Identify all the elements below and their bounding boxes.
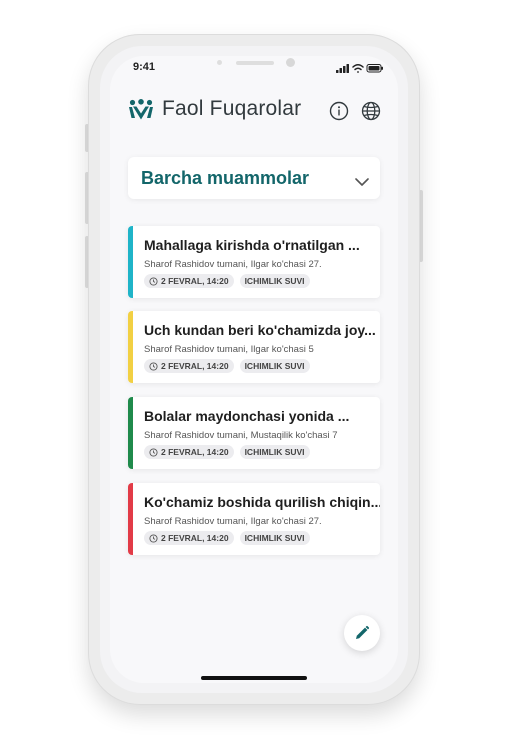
language-button[interactable] [361, 101, 381, 126]
issue-card[interactable]: Bolalar maydonchasi yonida ... Sharof Ra… [128, 397, 380, 469]
category-chip: ICHIMLIK SUVI [239, 531, 310, 545]
category-color-bar [128, 311, 133, 383]
category-chip: ICHIMLIK SUVI [239, 274, 310, 288]
app-screen: 9:41 Faol Fuqarolar Barcha muammolar Mah… [110, 56, 398, 683]
status-time: 9:41 [133, 61, 156, 73]
category-filter-dropdown[interactable]: Barcha muammolar [128, 157, 380, 199]
app-title: Faol Fuqarolar [162, 97, 302, 120]
clock-icon [149, 447, 158, 457]
category-chip: ICHIMLIK SUVI [239, 445, 310, 459]
wifi-icon [352, 64, 364, 73]
filter-label: Barcha muammolar [141, 168, 310, 188]
home-indicator [201, 676, 307, 680]
issue-meta: 2 FEVRAL, 14:20 ICHIMLIK SUVI [144, 445, 310, 459]
date-chip: 2 FEVRAL, 14:20 [144, 445, 234, 459]
signal-icon [336, 64, 349, 73]
category-color-bar [128, 483, 133, 555]
issue-title: Uch kundan beri ko'chamizda joy... [144, 322, 376, 338]
battery-icon [366, 64, 383, 73]
issue-title: Mahallaga kirishda o'rnatilgan ... [144, 237, 360, 253]
issue-card[interactable]: Ko'chamiz boshida qurilish chiqin... Sha… [128, 483, 380, 555]
issue-date: 2 FEVRAL, 14:20 [161, 361, 229, 371]
issue-card[interactable]: Uch kundan beri ko'chamizda joy... Sharo… [128, 311, 380, 383]
date-chip: 2 FEVRAL, 14:20 [144, 274, 234, 288]
category-color-bar [128, 226, 133, 298]
issue-address: Sharof Rashidov tumani, Ilgar ko'chasi 5 [144, 344, 314, 355]
clock-icon [149, 361, 158, 371]
info-button[interactable] [329, 101, 349, 126]
date-chip: 2 FEVRAL, 14:20 [144, 531, 234, 545]
issue-meta: 2 FEVRAL, 14:20 ICHIMLIK SUVI [144, 274, 310, 288]
new-report-button[interactable] [344, 615, 380, 651]
app-header: Faol Fuqarolar [110, 96, 398, 126]
category-color-bar [128, 397, 133, 469]
issue-date: 2 FEVRAL, 14:20 [161, 276, 229, 286]
clock-icon [149, 276, 158, 286]
status-icons [336, 61, 384, 79]
clock-icon [149, 533, 158, 543]
issue-card[interactable]: Mahallaga kirishda o'rnatilgan ... Sharo… [128, 226, 380, 298]
issue-address: Sharof Rashidov tumani, Ilgar ko'chasi 2… [144, 259, 322, 270]
category-chip: ICHIMLIK SUVI [239, 359, 310, 373]
issue-date: 2 FEVRAL, 14:20 [161, 533, 229, 543]
issue-date: 2 FEVRAL, 14:20 [161, 447, 229, 457]
issue-address: Sharof Rashidov tumani, Ilgar ko'chasi 2… [144, 516, 322, 527]
issue-meta: 2 FEVRAL, 14:20 ICHIMLIK SUVI [144, 359, 310, 373]
issue-meta: 2 FEVRAL, 14:20 ICHIMLIK SUVI [144, 531, 310, 545]
front-camera [286, 58, 295, 67]
status-bar: 9:41 [110, 56, 398, 80]
issue-title: Bolalar maydonchasi yonida ... [144, 408, 350, 424]
earpiece-speaker [236, 61, 274, 65]
people-logo-icon [128, 99, 154, 126]
issue-address: Sharof Rashidov tumani, Mustaqilik ko'ch… [144, 430, 338, 441]
proximity-sensor [217, 60, 222, 65]
globe-icon [361, 101, 381, 121]
chevron-down-icon [355, 174, 369, 192]
info-icon [329, 101, 349, 121]
date-chip: 2 FEVRAL, 14:20 [144, 359, 234, 373]
pencil-icon [356, 625, 370, 639]
issue-title: Ko'chamiz boshida qurilish chiqin... [144, 494, 380, 510]
